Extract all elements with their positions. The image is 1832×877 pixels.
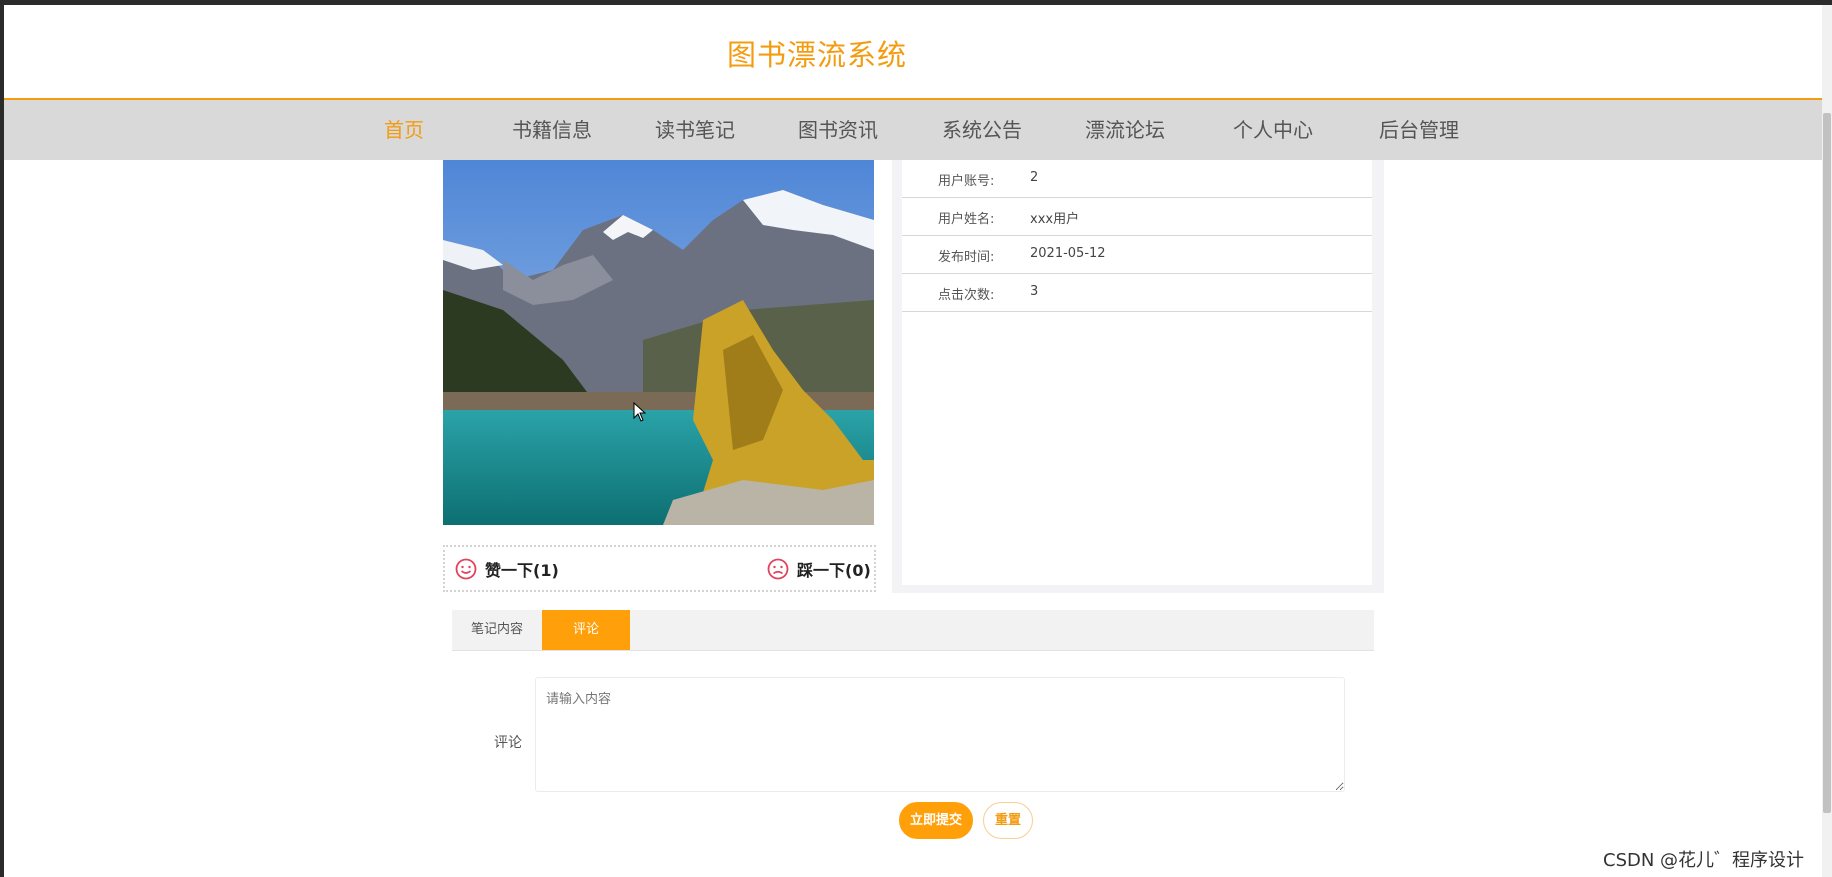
info-label-click-count: 点击次数: bbox=[938, 288, 995, 303]
info-row-publish-time: 发布时间: 2021-05-12 bbox=[902, 236, 1372, 274]
nav-item-admin[interactable]: 后台管理 bbox=[1379, 100, 1459, 160]
nav-item-announcements[interactable]: 系统公告 bbox=[942, 100, 1022, 160]
page-scrollbar[interactable] bbox=[1822, 5, 1832, 877]
info-label-account: 用户账号: bbox=[938, 174, 995, 189]
smile-icon bbox=[455, 558, 477, 579]
nav-item-home[interactable]: 首页 bbox=[384, 100, 424, 160]
info-value-click-count: 3 bbox=[1030, 284, 1039, 299]
like-button[interactable]: 赞一下(1) bbox=[455, 547, 559, 590]
mouse-pointer-icon bbox=[633, 402, 646, 422]
page: 图书漂流系统 首页 书籍信息 读书笔记 图书资讯 系统公告 漂流论坛 个人中心 … bbox=[4, 5, 1824, 877]
site-header: 图书漂流系统 bbox=[4, 5, 1824, 100]
nav-item-reading-notes[interactable]: 读书笔记 bbox=[655, 100, 735, 160]
submit-button[interactable]: 立即提交 bbox=[899, 802, 973, 839]
note-image bbox=[443, 160, 874, 525]
info-value-publish-time: 2021-05-12 bbox=[1030, 246, 1106, 261]
note-info-panel: 用户账号: 2 用户姓名: xxx用户 发布时间: 2021-05-12 点击次… bbox=[892, 160, 1384, 593]
info-label-publish-time: 发布时间: bbox=[938, 250, 995, 265]
detail-tabs: 笔记内容 评论 bbox=[452, 610, 1374, 651]
info-row-account: 用户账号: 2 bbox=[902, 160, 1372, 198]
vote-box: 赞一下(1) 踩一下(0) bbox=[443, 545, 876, 592]
info-row-username: 用户姓名: xxx用户 bbox=[902, 198, 1372, 236]
watermark: CSDN @花儿゛程序设计 bbox=[1603, 850, 1805, 871]
scrollbar-thumb[interactable] bbox=[1823, 113, 1831, 813]
comment-label: 评论 bbox=[494, 735, 522, 751]
nav-item-forum[interactable]: 漂流论坛 bbox=[1085, 100, 1165, 160]
nav-item-books[interactable]: 书籍信息 bbox=[512, 100, 592, 160]
like-label: 赞一下(1) bbox=[485, 560, 559, 580]
dislike-button[interactable]: 踩一下(0) bbox=[767, 547, 871, 590]
info-label-username: 用户姓名: bbox=[938, 212, 995, 227]
frown-icon bbox=[767, 558, 789, 579]
tab-comments[interactable]: 评论 bbox=[542, 610, 630, 650]
note-info-card: 用户账号: 2 用户姓名: xxx用户 发布时间: 2021-05-12 点击次… bbox=[902, 160, 1372, 585]
tab-note-content[interactable]: 笔记内容 bbox=[452, 610, 542, 650]
info-row-click-count: 点击次数: 3 bbox=[902, 274, 1372, 312]
reset-button[interactable]: 重置 bbox=[983, 802, 1033, 839]
info-value-account: 2 bbox=[1030, 170, 1039, 185]
dislike-label: 踩一下(0) bbox=[797, 560, 871, 580]
main-nav: 首页 书籍信息 读书笔记 图书资讯 系统公告 漂流论坛 个人中心 后台管理 bbox=[4, 100, 1824, 160]
nav-item-book-news[interactable]: 图书资讯 bbox=[798, 100, 878, 160]
info-value-username: xxx用户 bbox=[1030, 212, 1080, 227]
comment-input[interactable] bbox=[535, 677, 1345, 792]
nav-item-personal-center[interactable]: 个人中心 bbox=[1233, 100, 1313, 160]
site-title: 图书漂流系统 bbox=[727, 38, 908, 72]
